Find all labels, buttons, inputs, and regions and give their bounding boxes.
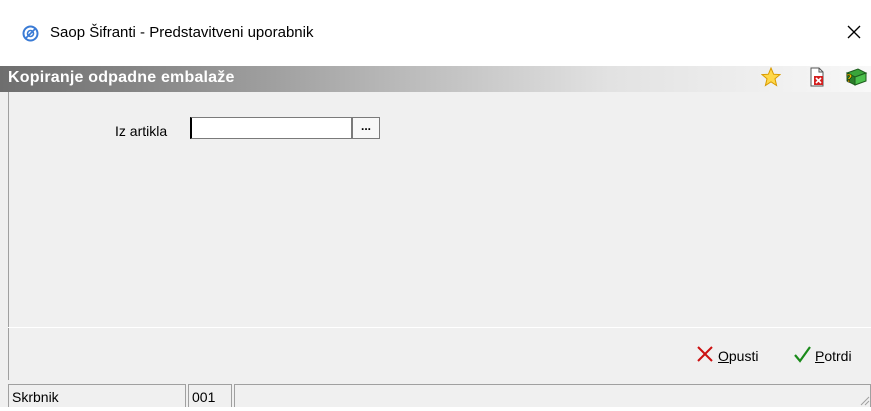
title-bar: Saop Šifranti - Predstavitveni uporabnik xyxy=(0,0,871,66)
close-document-button[interactable] xyxy=(806,67,828,92)
status-bar: Skrbnik 001 xyxy=(0,380,871,407)
document-close-icon xyxy=(808,67,826,92)
window-title: Saop Šifranti - Predstavitveni uporabnik xyxy=(50,24,314,41)
close-button[interactable] xyxy=(836,14,871,54)
checkmark-icon xyxy=(793,345,811,366)
status-code: 001 xyxy=(188,384,232,407)
dialog-window: Saop Šifranti - Predstavitveni uporabnik… xyxy=(0,0,871,407)
help-book-icon: ? xyxy=(844,67,868,92)
cancel-button[interactable]: Opusti xyxy=(696,345,758,366)
star-icon xyxy=(760,66,782,92)
status-owner: Skrbnik xyxy=(8,384,186,407)
confirm-button[interactable]: Potrdi xyxy=(793,345,852,366)
cancel-x-icon xyxy=(696,345,714,366)
resize-grip-icon[interactable] xyxy=(858,393,870,406)
confirm-label: Potrdi xyxy=(815,347,852,364)
cancel-label: Opusti xyxy=(718,347,759,364)
action-bar: Opusti Potrdi xyxy=(8,328,871,380)
form-header: Kopiranje odpadne embalaže ? xyxy=(0,66,871,92)
favorite-button[interactable] xyxy=(760,66,782,92)
saop-app-icon xyxy=(22,25,39,42)
form-title: Kopiranje odpadne embalaže xyxy=(8,69,235,86)
form-area: Iz artikla ... xyxy=(8,92,871,327)
status-extra xyxy=(234,384,871,407)
iz-artikla-label: Iz artikla xyxy=(115,123,168,139)
close-icon xyxy=(846,24,862,45)
svg-text:?: ? xyxy=(846,72,852,85)
lookup-button[interactable]: ... xyxy=(352,117,380,139)
help-button[interactable]: ? xyxy=(844,67,868,92)
iz-artikla-input[interactable] xyxy=(190,117,352,139)
